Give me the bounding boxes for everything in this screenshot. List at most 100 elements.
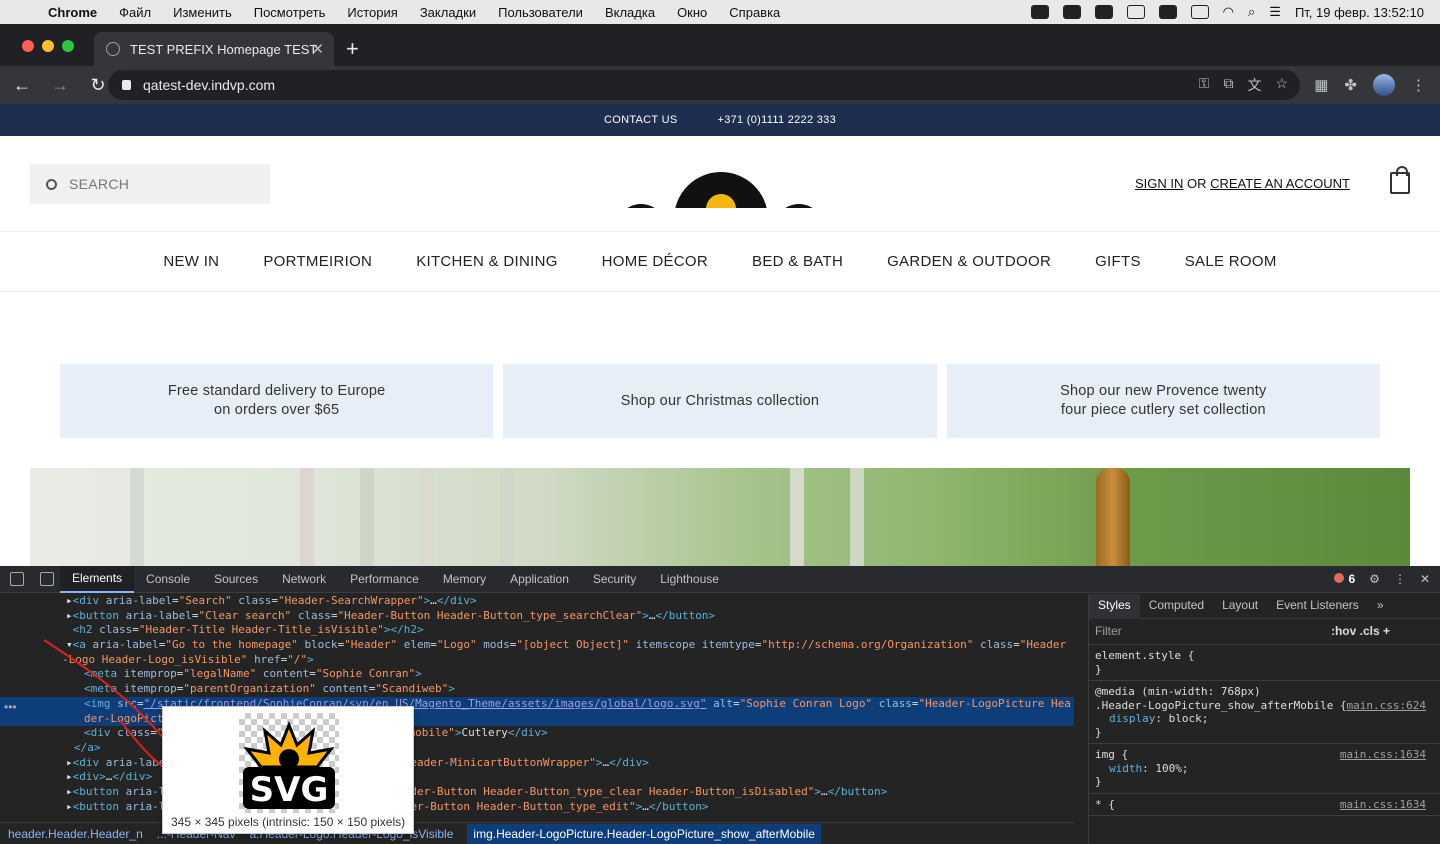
css-rule[interactable]: @media (min-width: 768px) .Header-LogoPi… — [1089, 681, 1440, 744]
nav-sale-room[interactable]: SALE ROOM — [1185, 253, 1277, 270]
tab-performance[interactable]: Performance — [338, 566, 431, 593]
menu-app-name[interactable]: Chrome — [48, 5, 97, 20]
hero-image[interactable] — [30, 468, 1410, 566]
close-window-button[interactable] — [22, 40, 34, 52]
rule-property[interactable]: width: 100%; — [1095, 762, 1434, 776]
device-toolbar-icon[interactable] — [40, 572, 54, 586]
search-input[interactable]: SEARCH — [30, 164, 270, 204]
menu-bookmarks[interactable]: Закладки — [420, 5, 476, 20]
breadcrumb-item-active[interactable]: img.Header-LogoPicture.Header-LogoPictur… — [467, 823, 821, 844]
dom-node[interactable]: <meta itemprop="legalName" content="Soph… — [0, 667, 1074, 682]
kebab-menu-icon[interactable]: ⋮ — [1411, 76, 1426, 94]
css-rule[interactable]: * { main.css:1634 — [1089, 794, 1440, 816]
tray-app-icon[interactable] — [1094, 5, 1113, 19]
tray-app-icon[interactable] — [1062, 5, 1081, 19]
maximize-window-button[interactable] — [62, 40, 74, 52]
create-account-link[interactable]: CREATE AN ACCOUNT — [1210, 176, 1350, 191]
nav-kitchen-dining[interactable]: KITCHEN & DINING — [416, 253, 557, 270]
nav-portmeirion[interactable]: PORTMEIRION — [263, 253, 372, 270]
nav-home-decor[interactable]: HOME DÉCOR — [602, 253, 708, 270]
menu-view[interactable]: Посмотреть — [254, 5, 326, 20]
menu-profiles[interactable]: Пользователи — [498, 5, 583, 20]
styles-filter-input[interactable]: Filter :hov .cls + — [1089, 619, 1440, 645]
promo-cutlery[interactable]: Shop our new Provence twenty four piece … — [946, 364, 1380, 438]
tab-security[interactable]: Security — [581, 566, 648, 593]
tab-layout[interactable]: Layout — [1213, 594, 1267, 619]
tab-elements[interactable]: Elements — [60, 565, 135, 593]
nav-bed-bath[interactable]: BED & BATH — [752, 253, 843, 270]
gear-icon[interactable]: ⚙ — [1369, 572, 1380, 586]
rule-source-link[interactable]: main.css:624 — [1347, 699, 1426, 713]
clock[interactable]: Пт, 19 февр. 13:52:10 — [1295, 5, 1424, 20]
lock-icon[interactable] — [122, 80, 131, 90]
browser-tab[interactable]: TEST PREFIX Homepage TEST ✕ — [94, 32, 334, 66]
forward-icon[interactable]: → — [44, 75, 76, 96]
promo-christmas[interactable]: Shop our Christmas collection — [503, 364, 937, 438]
tab-sources[interactable]: Sources — [202, 566, 270, 593]
css-rule[interactable]: element.style { } — [1089, 645, 1440, 681]
error-count-badge[interactable]: 6 — [1334, 572, 1355, 586]
dom-node[interactable]: <meta itemprop="parentOrganization" cont… — [0, 682, 1074, 697]
rule-property[interactable]: display: block; — [1095, 712, 1434, 726]
phone-number[interactable]: +371 (0)1111 2222 333 — [717, 114, 836, 126]
rule-source-link[interactable]: main.css:1634 — [1340, 798, 1426, 812]
rule-selector: element.style { — [1095, 649, 1195, 662]
tab-lighthouse[interactable]: Lighthouse — [648, 566, 731, 593]
tab-styles[interactable]: Styles — [1089, 594, 1140, 619]
close-icon[interactable]: ✕ — [1420, 572, 1430, 586]
tab-application[interactable]: Application — [498, 566, 581, 593]
tab-network[interactable]: Network — [270, 566, 338, 593]
minimize-window-button[interactable] — [42, 40, 54, 52]
control-center-icon[interactable]: ☰ — [1269, 4, 1281, 20]
new-tab-button[interactable]: + — [346, 36, 359, 62]
promo-delivery[interactable]: Free standard delivery to Europe on orde… — [60, 364, 494, 438]
nav-new-in[interactable]: NEW IN — [163, 253, 219, 270]
address-bar[interactable]: qatest-dev.indvp.com ⚿ ⧉ 文 ☆ — [108, 70, 1300, 100]
menu-edit[interactable]: Изменить — [173, 5, 232, 20]
menu-help[interactable]: Справка — [729, 5, 780, 20]
tray-app-icon[interactable] — [1126, 5, 1145, 19]
css-rule[interactable]: img { width: 100%; } main.css:1634 — [1089, 744, 1440, 794]
wifi-icon[interactable]: ◠ — [1223, 4, 1234, 20]
menu-history[interactable]: История — [347, 5, 397, 20]
translate-icon[interactable]: 文 — [1247, 75, 1261, 95]
site-logo[interactable] — [612, 172, 828, 208]
sign-in-link[interactable]: SIGN IN — [1135, 176, 1183, 191]
flag-icon[interactable] — [1158, 5, 1177, 19]
contact-us-link[interactable]: CONTACT US — [604, 114, 678, 126]
extension-icon[interactable]: ▦ — [1314, 76, 1328, 94]
menu-tab[interactable]: Вкладка — [605, 5, 655, 20]
tray-app-icon[interactable] — [1030, 5, 1049, 19]
rule-source-link[interactable]: main.css:1634 — [1340, 748, 1426, 762]
key-icon[interactable]: ⚿ — [1199, 75, 1210, 95]
tab-console[interactable]: Console — [134, 566, 202, 593]
tab-event-listeners[interactable]: Event Listeners — [1267, 594, 1368, 619]
tab-memory[interactable]: Memory — [431, 566, 498, 593]
dom-node[interactable]: ▾<a aria-label="Go to the homepage" bloc… — [0, 638, 1074, 653]
back-icon[interactable]: ← — [6, 75, 38, 96]
filter-toggles[interactable]: :hov .cls + — [1331, 624, 1390, 639]
url-text[interactable]: qatest-dev.indvp.com — [143, 77, 275, 93]
search-icon[interactable]: ⌕ — [1248, 4, 1255, 20]
dom-node[interactable]: <h2 class="Header-Title Header-Title_isV… — [0, 623, 1074, 638]
close-tab-icon[interactable]: ✕ — [311, 40, 324, 58]
more-options-icon[interactable]: ⋮ — [1394, 572, 1406, 586]
menu-file[interactable]: Файл — [119, 5, 151, 20]
bookmark-star-icon[interactable]: ☆ — [1275, 75, 1288, 95]
shopping-bag-icon[interactable] — [1390, 166, 1410, 194]
open-external-icon[interactable]: ⧉ — [1223, 75, 1233, 95]
dom-node[interactable]: ▸<div aria-label="Search" class="Header-… — [0, 594, 1074, 609]
more-tabs-icon[interactable]: » — [1368, 594, 1393, 619]
battery-icon[interactable] — [1190, 5, 1209, 19]
breadcrumb-item[interactable]: header.Header.Header_n — [8, 827, 143, 841]
dom-node[interactable]: -Logo Header-Logo_isVisible" href="/"> — [0, 653, 1074, 668]
tab-computed[interactable]: Computed — [1140, 594, 1213, 619]
menu-window[interactable]: Окно — [677, 5, 707, 20]
nav-garden-outdoor[interactable]: GARDEN & OUTDOOR — [887, 253, 1051, 270]
puzzle-icon[interactable]: ✤ — [1344, 76, 1357, 94]
profile-avatar[interactable] — [1373, 74, 1395, 96]
dom-node[interactable]: ▸<button aria-label="Clear search" class… — [0, 609, 1074, 624]
more-dots-icon[interactable]: ••• — [4, 700, 17, 714]
nav-gifts[interactable]: GIFTS — [1095, 253, 1141, 270]
inspect-element-icon[interactable] — [10, 572, 24, 586]
